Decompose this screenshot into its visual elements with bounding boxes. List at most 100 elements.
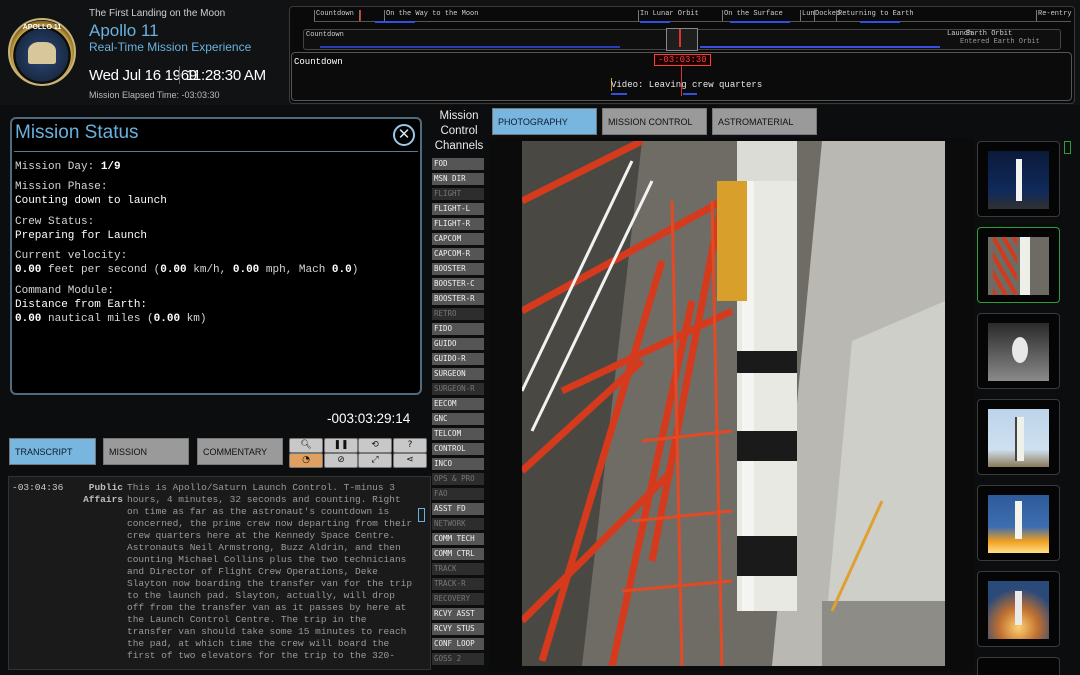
mission-elapsed-time: Mission Elapsed Time: -03:03:30	[89, 90, 220, 100]
phase-on-the-way-to-the-moon[interactable]: On the Way to the Moon	[386, 10, 478, 18]
transcript-speaker: Public Affairs	[83, 482, 123, 505]
channel-button[interactable]: RCVY ASST	[432, 608, 484, 620]
channel-button[interactable]: CONF LOOP	[432, 638, 484, 650]
channel-button[interactable]: OPS & PRO	[432, 473, 484, 485]
channel-button[interactable]: GUIDO	[432, 338, 484, 350]
divider	[14, 151, 418, 152]
velocity-close: )	[351, 264, 359, 276]
channel-button[interactable]: COMM CTRL	[432, 548, 484, 560]
transcript-scroll-marker[interactable]	[418, 508, 425, 522]
channel-button[interactable]: FLIGHT-R	[432, 218, 484, 230]
channel-button[interactable]: BOOSTER	[432, 263, 484, 275]
photo-thumbnail[interactable]	[977, 141, 1060, 217]
photo-thumbnail[interactable]	[977, 313, 1060, 389]
transcript-timestamp[interactable]: -03:04:36	[12, 482, 63, 493]
channel-button[interactable]: BOOSTER-C	[432, 278, 484, 290]
phase-lunar[interactable]: Lunar	[802, 10, 814, 18]
channel-button[interactable]: INCO	[432, 458, 484, 470]
tab-mission-control-audio[interactable]: MISSION CONTROL AUDIO	[602, 108, 707, 154]
main-photograph[interactable]	[522, 141, 945, 666]
mission-elapsed-clock: -003:03:29:14	[327, 411, 411, 426]
tab-transcript[interactable]: TRANSCRIPT	[9, 438, 96, 465]
help-icon[interactable]: ?	[393, 438, 427, 453]
row3-phase-label: Countdown	[294, 57, 343, 67]
channel-button[interactable]: CAPCOM-R	[432, 248, 484, 260]
activity-bar	[860, 21, 900, 23]
photo-thumbnail[interactable]	[977, 657, 1060, 675]
velocity-mach: 0.0	[331, 264, 352, 276]
share-icon[interactable]: ⋖	[393, 453, 427, 468]
timeline-tick	[800, 10, 801, 21]
channel-button[interactable]: CAPCOM	[432, 233, 484, 245]
distance-row: 0.00 nautical miles (0.00 km)	[15, 313, 206, 325]
channel-button[interactable]: FAO	[432, 488, 484, 500]
app-subtitle: Real-Time Mission Experience	[89, 40, 252, 54]
tab-commentary[interactable]: COMMENTARY	[197, 438, 283, 465]
rocket-shape	[1015, 501, 1022, 539]
phase-re-entry[interactable]: Re-entry	[1038, 10, 1072, 18]
channel-button[interactable]: SURGEON-R	[432, 383, 484, 395]
phase-countdown[interactable]: Countdown	[316, 10, 354, 18]
channel-button[interactable]: COMM TECH	[432, 533, 484, 545]
timeline-viewport-window[interactable]	[666, 28, 698, 51]
phase-returning-to-earth[interactable]: Returning to Earth	[838, 10, 914, 18]
tab-astromaterial-samples[interactable]: ASTROMATERIAL SAMPLES	[712, 108, 817, 154]
crew-status-value: Preparing for Launch	[15, 230, 148, 242]
channels-title-line: Channels	[434, 140, 484, 152]
rocket-launch-tower-photo	[522, 141, 945, 666]
channel-button[interactable]: CONTROL	[432, 443, 484, 455]
channel-button[interactable]: FLIGHT-L	[432, 203, 484, 215]
mission-control-channels-title: Mission Control Channels	[433, 109, 485, 154]
channel-button[interactable]: GNC	[432, 413, 484, 425]
current-time-marker	[679, 29, 681, 47]
channel-button[interactable]: MSN DIR	[432, 173, 484, 185]
channel-button[interactable]: TRACK	[432, 563, 484, 575]
timeline-tick	[836, 10, 837, 21]
channel-button[interactable]: TRACK-R	[432, 578, 484, 590]
phase-on-the-surface[interactable]: On the Surface	[724, 10, 783, 18]
mission-phase-label: Mission Phase:	[15, 181, 108, 193]
speed-icon[interactable]: ◔	[289, 453, 323, 468]
current-event-label[interactable]: Video: Leaving crew quarters	[611, 80, 762, 90]
channel-button[interactable]: FOD	[432, 158, 484, 170]
channel-button[interactable]: GUIDO-R	[432, 353, 484, 365]
photo-thumbnail[interactable]	[977, 399, 1060, 475]
channel-button[interactable]: EECOM	[432, 398, 484, 410]
channel-button[interactable]: RETRO	[432, 308, 484, 320]
mute-icon[interactable]: ⊘	[324, 453, 358, 468]
timeline-clock: -03:03:30	[654, 54, 711, 66]
channel-button[interactable]: RCVY STUS	[432, 623, 484, 635]
channel-button[interactable]: NETWORK	[432, 518, 484, 530]
velocity-kmh: 0.00	[160, 264, 187, 276]
fullscreen-icon[interactable]: ⤢	[358, 453, 392, 468]
history-icon[interactable]: ⟲	[358, 438, 392, 453]
photo-thumbnail-selected[interactable]	[977, 227, 1060, 303]
channel-button[interactable]: RECOVERY	[432, 593, 484, 605]
date-time-divider	[179, 66, 180, 84]
tab-photography[interactable]: PHOTOGRAPHY	[492, 108, 597, 135]
close-icon[interactable]: ✕	[393, 124, 415, 146]
distance-km: 0.00	[153, 313, 181, 325]
channel-button[interactable]: FLIGHT	[432, 188, 484, 200]
rocket-shape	[1015, 591, 1022, 625]
channel-button[interactable]: ASST FD	[432, 503, 484, 515]
channel-button[interactable]: SURGEON	[432, 368, 484, 380]
activity-bar	[320, 46, 620, 48]
thumbnail-image	[988, 323, 1049, 381]
channel-button[interactable]: GOSS 2	[432, 653, 484, 665]
logo-text: APOLLO 11	[22, 24, 62, 31]
current-date: Wed Jul 16 1969	[89, 67, 197, 84]
photo-thumbnail[interactable]	[977, 485, 1060, 561]
channel-button[interactable]: FIDO	[432, 323, 484, 335]
pause-icon[interactable]: ❚❚	[324, 438, 358, 453]
channel-button[interactable]: TELCOM	[432, 428, 484, 440]
phase-in-lunar-orbit[interactable]: In Lunar Orbit	[640, 10, 699, 18]
photo-thumbnail[interactable]	[977, 571, 1060, 647]
tab-mission-milestones[interactable]: MISSION MILESTONES	[103, 438, 189, 484]
search-icon[interactable]: 🔍︎	[289, 438, 323, 453]
timeline-tick	[722, 10, 723, 21]
timeline-phase-row[interactable]: Countdown On the Way to the Moon In Luna…	[314, 10, 1072, 22]
channel-button[interactable]: BOOSTER-R	[432, 293, 484, 305]
transcript-text: This is Apollo/Saturn Launch Control. T-…	[127, 482, 413, 661]
thumbnail-scroll-marker[interactable]	[1064, 141, 1071, 154]
